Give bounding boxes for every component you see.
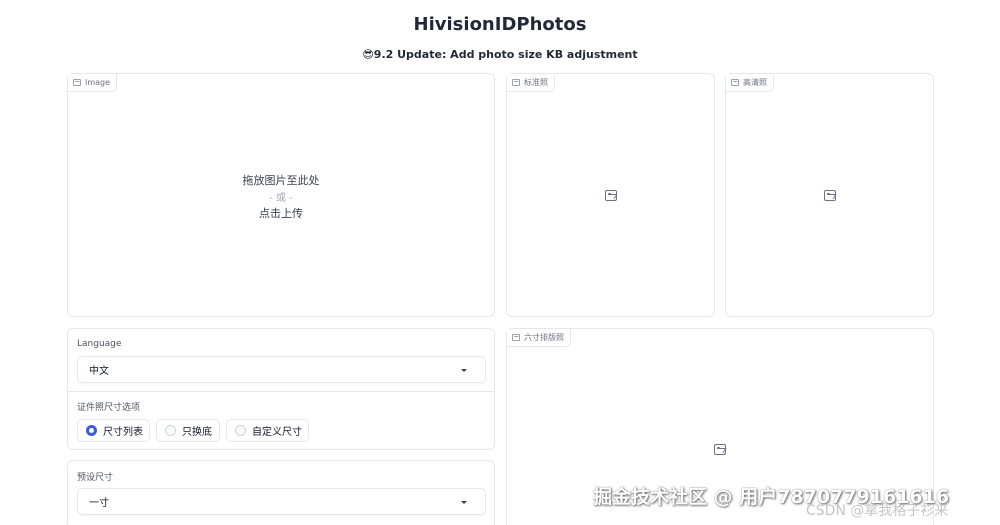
hd-photo-label: 高清照 (726, 74, 774, 92)
image-placeholder-icon (714, 444, 726, 455)
image-icon (512, 79, 520, 86)
upload-click-text[interactable]: 点击上传 (68, 205, 494, 221)
radio-custom-size-label: 自定义尺寸 (252, 427, 302, 438)
hd-photo-label-text: 高清照 (743, 78, 767, 87)
update-banner: 😎9.2 Update: Add photo size KB adjustmen… (362, 48, 638, 61)
upload-drop-text: 拖放图片至此处 (242, 174, 320, 187)
image-placeholder-icon (824, 190, 836, 201)
settings-divider (68, 391, 494, 392)
radio-unselected-indicator (235, 425, 246, 436)
image-icon (512, 334, 520, 341)
image-icon (731, 79, 739, 86)
radio-size-list-label: 尺寸列表 (103, 427, 143, 438)
hd-photo-panel: 高清照 (725, 73, 934, 317)
radio-change-background[interactable]: 只换底 (156, 419, 220, 442)
language-dropdown[interactable]: 中文 (77, 356, 486, 383)
chevron-down-icon (461, 368, 467, 372)
image-panel-label: Image (68, 74, 118, 92)
preset-size-label: 预设尺寸 (77, 473, 114, 483)
radio-change-background-label: 只换底 (182, 427, 212, 438)
preset-size-value: 一寸 (89, 498, 109, 509)
image-icon (73, 79, 81, 86)
chevron-down-icon (461, 500, 467, 504)
image-panel-label-text: Image (85, 78, 111, 87)
radio-size-list[interactable]: 尺寸列表 (77, 419, 150, 442)
layout-photo-label: 六寸排版照 (507, 329, 571, 347)
radio-custom-size[interactable]: 自定义尺寸 (226, 419, 309, 442)
standard-photo-label-text: 标准照 (524, 78, 548, 87)
layout-photo-label-text: 六寸排版照 (524, 333, 564, 342)
app-title: HivisionIDPhotos (413, 14, 587, 35)
upload-or-text: - 或 - (269, 193, 293, 204)
image-upload-panel[interactable]: Image 拖放图片至此处 - 或 - 点击上传 (67, 73, 495, 317)
size-option-label: 证件照尺寸选项 (77, 403, 141, 413)
preset-size-dropdown[interactable]: 一寸 (77, 488, 486, 515)
radio-selected-indicator (86, 425, 97, 436)
csdn-watermark: CSDN @拿我格子衫来 (806, 503, 949, 519)
standard-photo-label: 标准照 (507, 74, 555, 92)
language-label: Language (77, 339, 122, 349)
language-value: 中文 (89, 366, 109, 377)
settings-panel: Language 中文 证件照尺寸选项 尺寸列表 只换底 自定义尺寸 (67, 328, 495, 450)
radio-unselected-indicator (165, 425, 176, 436)
standard-photo-panel: 标准照 (506, 73, 715, 317)
preset-size-panel: 预设尺寸 一寸 (67, 460, 495, 525)
image-placeholder-icon (605, 190, 617, 201)
